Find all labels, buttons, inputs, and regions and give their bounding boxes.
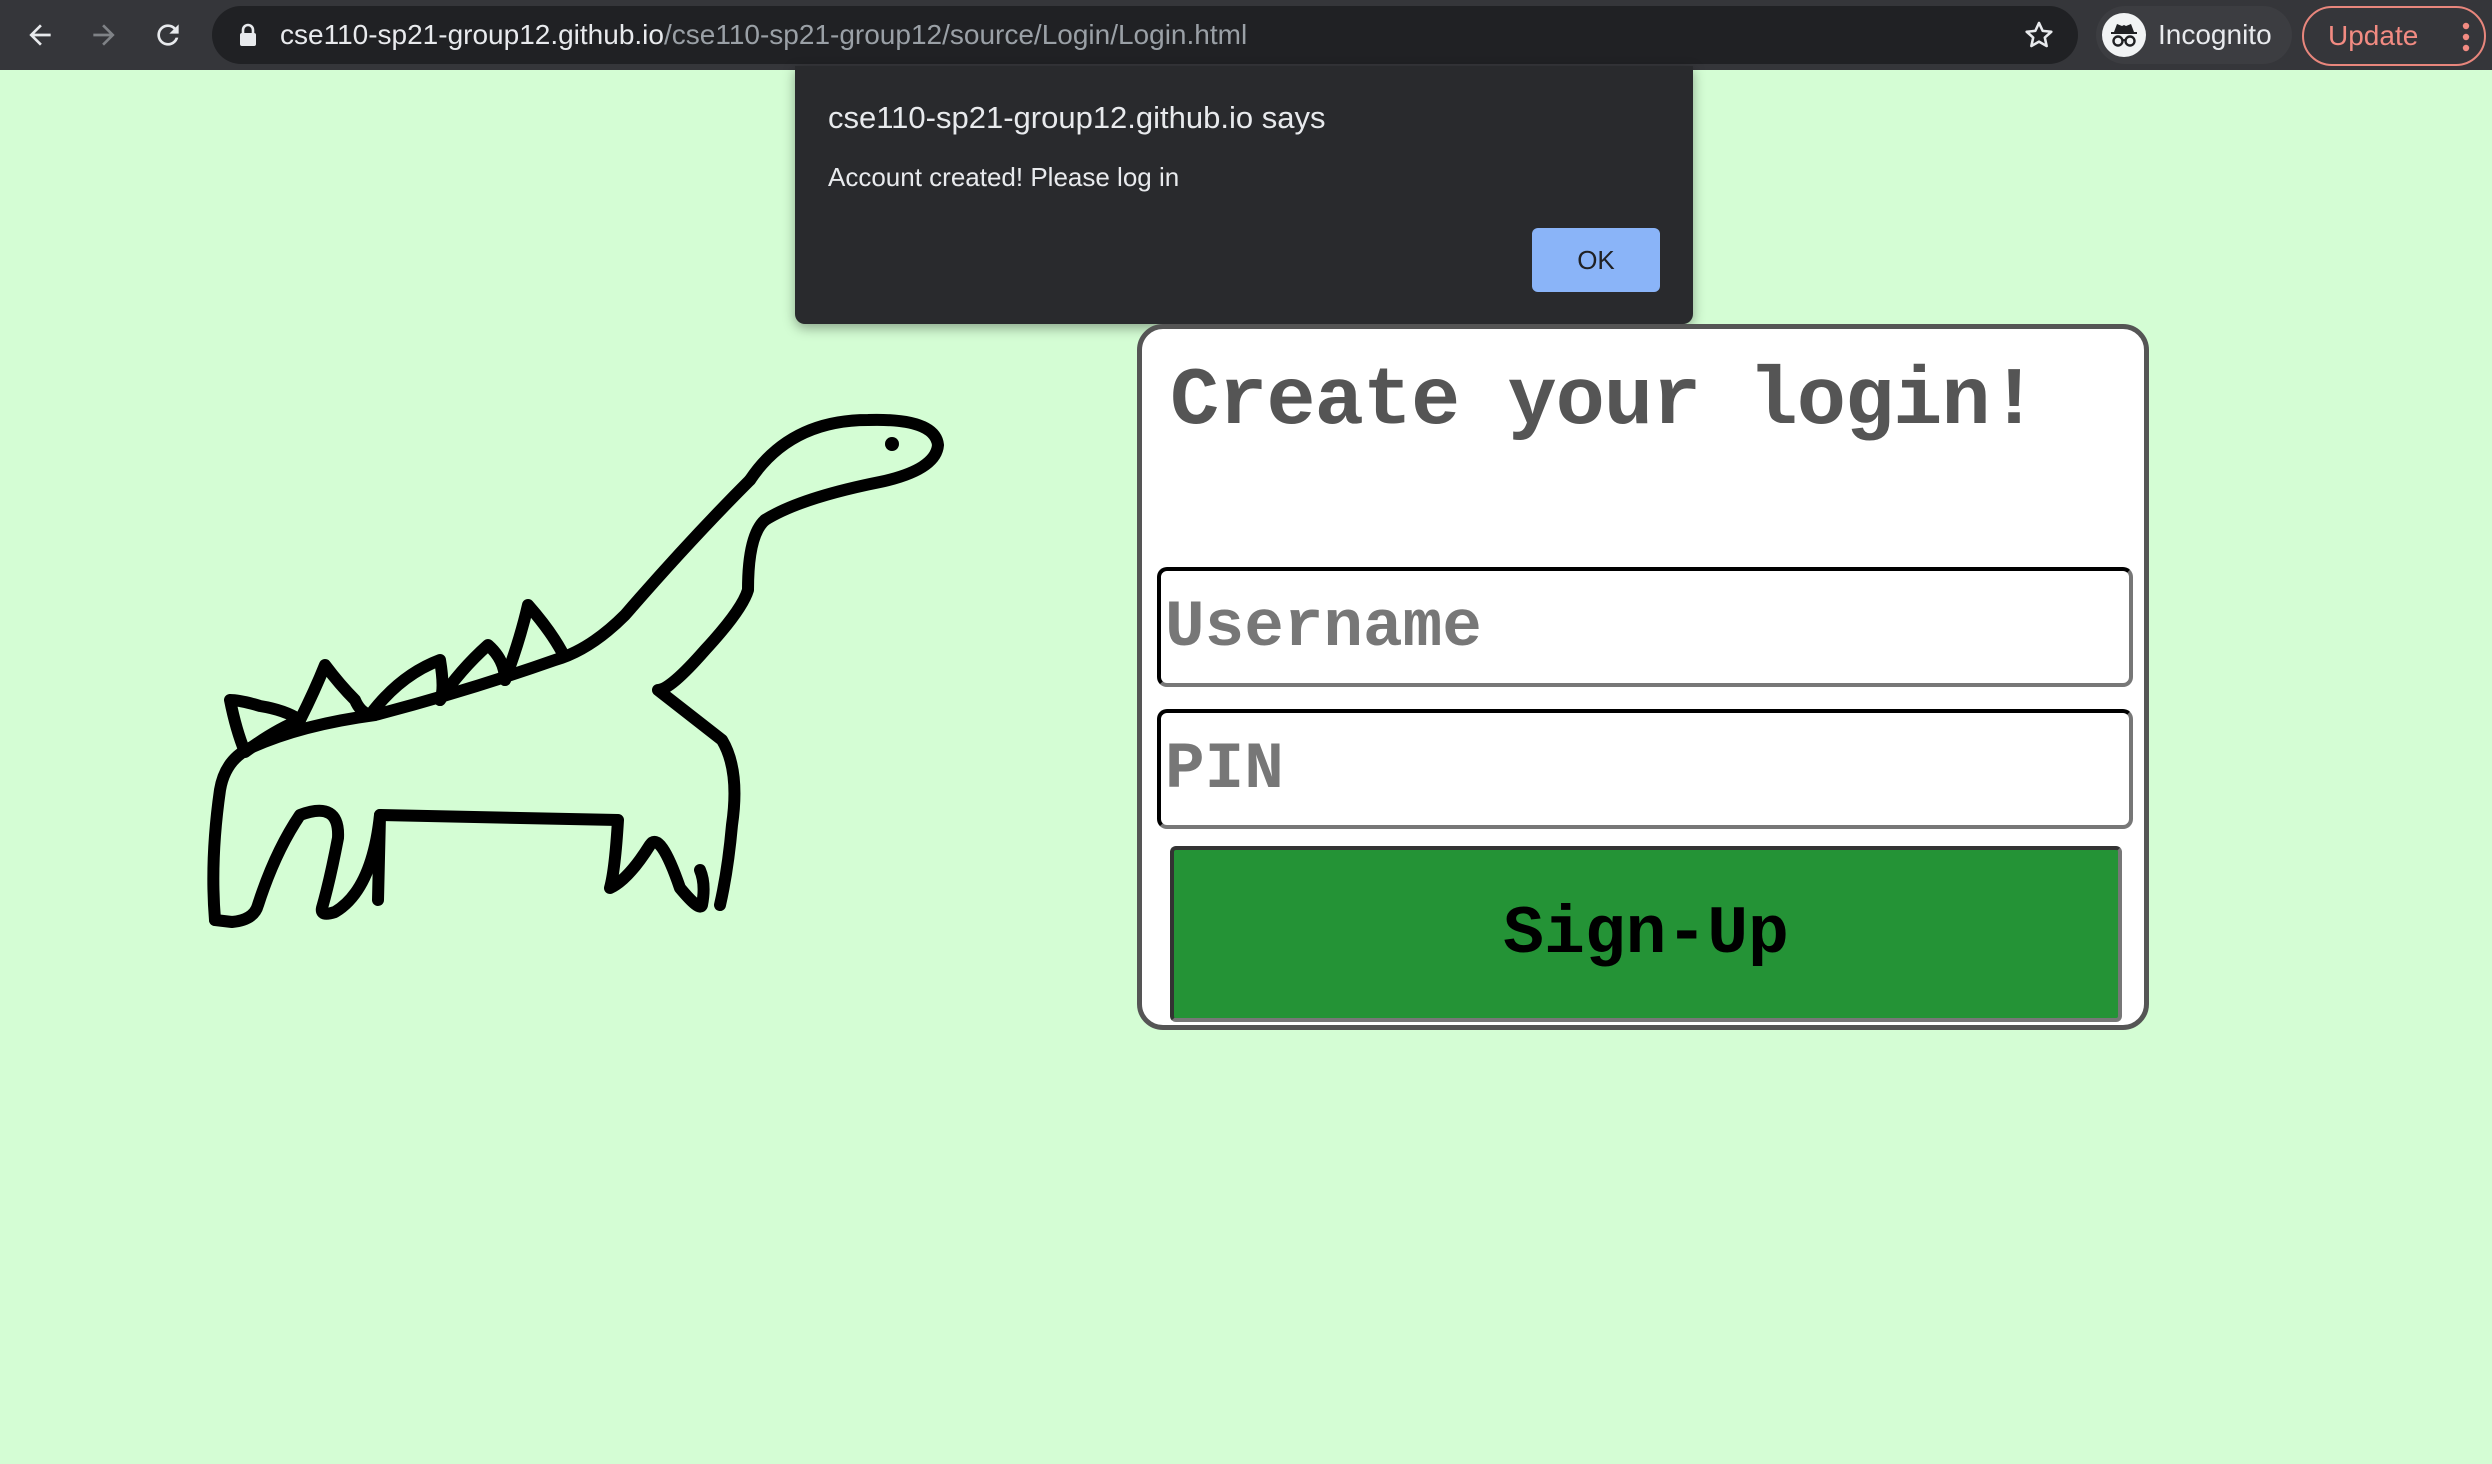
page-title: Create your login!: [1170, 355, 2039, 448]
back-button[interactable]: [16, 11, 64, 59]
pin-field: [1157, 709, 2133, 829]
incognito-icon: [2102, 13, 2146, 57]
url-text: cse110-sp21-group12.github.io/cse110-sp2…: [280, 6, 1247, 64]
forward-button[interactable]: [80, 11, 128, 59]
incognito-label: Incognito: [2158, 19, 2272, 50]
update-button[interactable]: Update: [2302, 6, 2486, 66]
update-label: Update: [2328, 20, 2419, 51]
reload-button[interactable]: [144, 11, 192, 59]
back-arrow-icon: [29, 24, 51, 46]
dialog-message: Account created! Please log in: [828, 162, 1180, 192]
url-host: cse110-sp21-group12.github.io: [280, 19, 664, 50]
address-bar[interactable]: cse110-sp21-group12.github.io/cse110-sp2…: [212, 6, 2078, 64]
dialog-title: cse110-sp21-group12.github.io says: [828, 100, 1326, 135]
dinosaur-drawing: [207, 413, 944, 928]
incognito-indicator[interactable]: Incognito: [2096, 6, 2292, 64]
reload-icon: [157, 24, 179, 46]
ok-button[interactable]: OK: [1532, 228, 1660, 292]
username-field: [1157, 567, 2133, 687]
browser-toolbar: cse110-sp21-group12.github.io/cse110-sp2…: [0, 0, 2492, 70]
pin-input[interactable]: [1161, 713, 2129, 825]
more-vert-icon: [2462, 22, 2470, 52]
alert-dialog: cse110-sp21-group12.github.io says Accou…: [795, 66, 1693, 324]
url-path: /cse110-sp21-group12/source/Login/Login.…: [663, 19, 1248, 50]
sign-up-button[interactable]: Sign-Up: [1170, 846, 2122, 1022]
star-icon[interactable]: [2022, 18, 2056, 52]
login-card: Create your login! Sign-Up: [1137, 324, 2149, 1030]
forward-arrow-icon: [93, 24, 115, 46]
username-input[interactable]: [1161, 571, 2129, 683]
lock-icon: [240, 23, 256, 46]
